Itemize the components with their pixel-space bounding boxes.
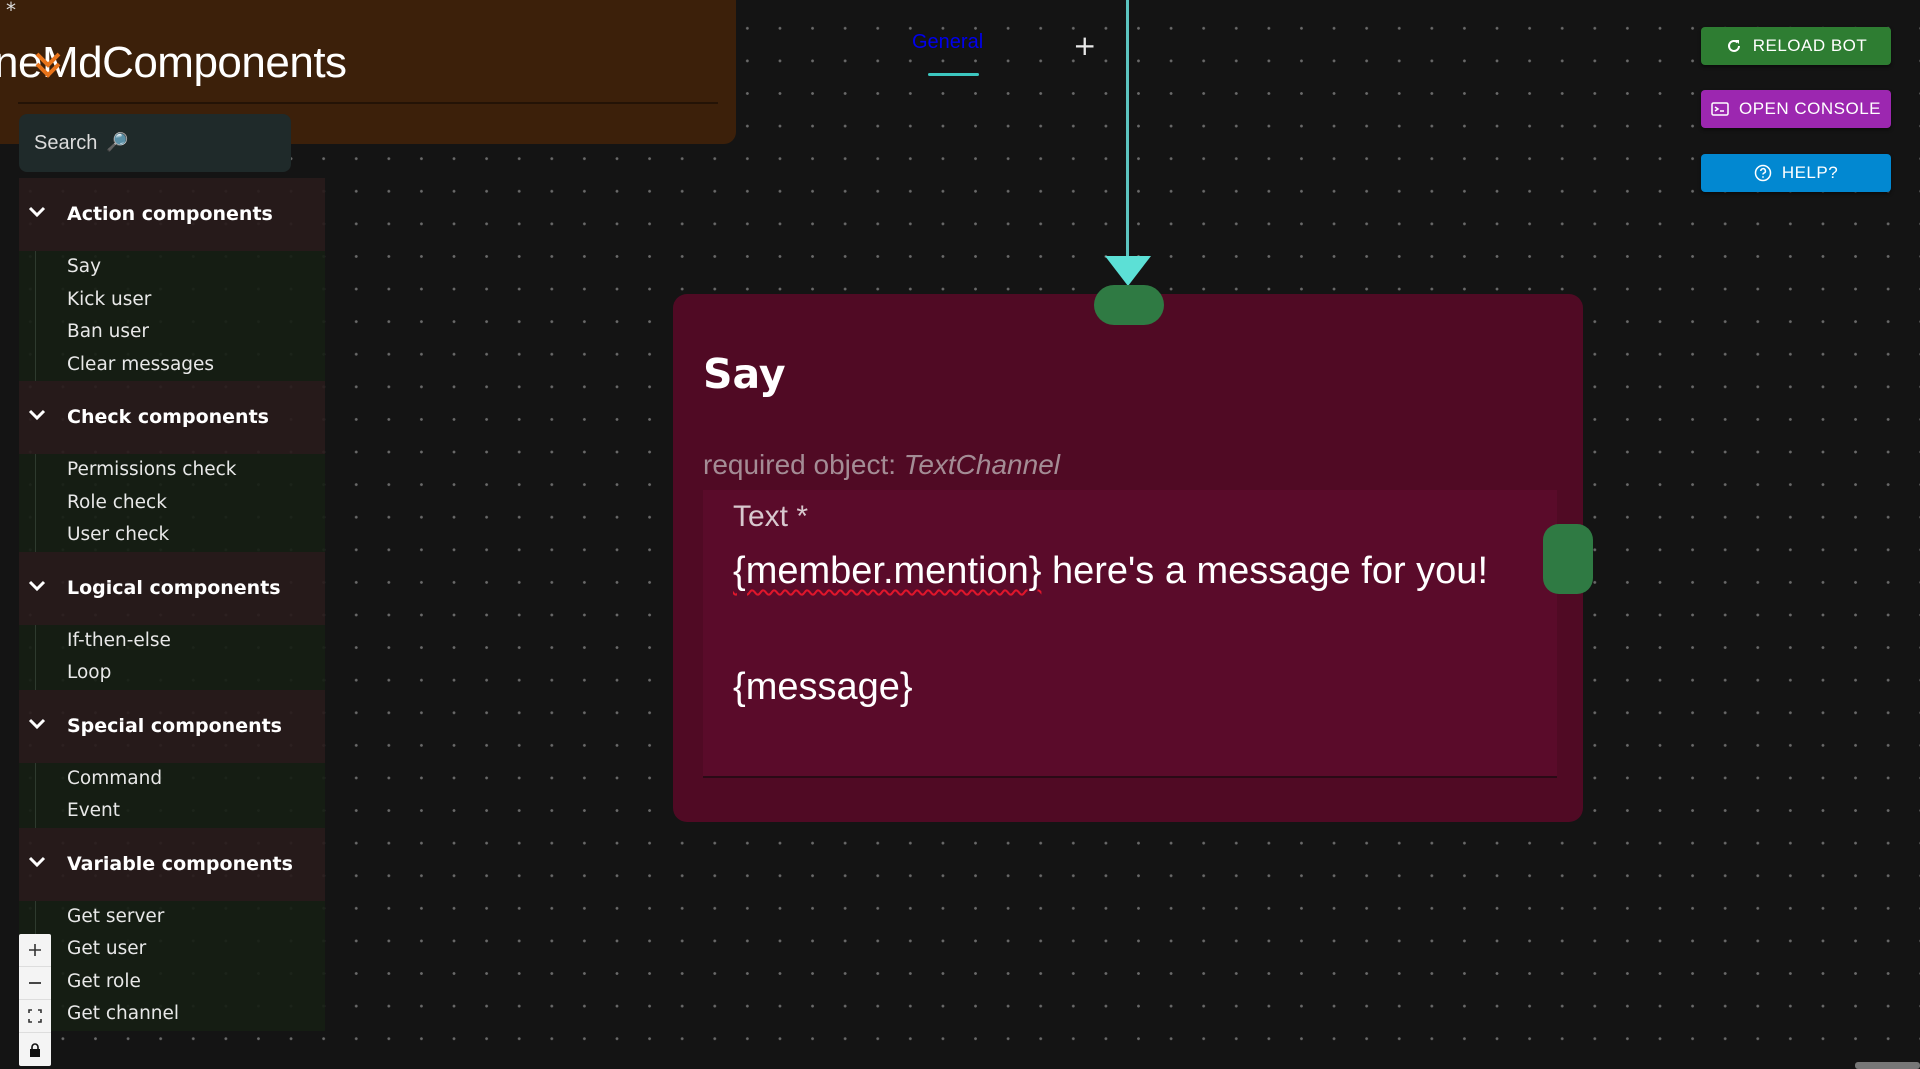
chevron-down-icon [28,718,46,729]
node-input-handle[interactable] [1094,285,1164,325]
fit-view-icon [28,1009,42,1023]
components-sidebar: Action components Say Kick user Ban user Cle… [19,178,325,1031]
refresh-icon [1727,39,1740,52]
minus-icon [29,982,41,984]
component-item[interactable]: Get channel [19,998,325,1031]
terminal-icon [1711,102,1729,116]
lock-button[interactable] [19,1033,51,1066]
horizontal-scrollbar[interactable] [1855,1062,1920,1069]
component-item[interactable]: Command [19,763,325,796]
category-items: Say Kick user Ban user Clear messages [19,251,325,381]
component-item[interactable]: Loop [19,657,325,690]
tab-general[interactable]: General [912,31,983,54]
search-icon: 🔎 [106,132,129,153]
reload-bot-label: RELOAD BOT [1752,36,1868,55]
category-header[interactable]: Logical components [19,551,325,625]
zoom-in-button[interactable] [19,934,51,967]
say-node[interactable]: Say required object: TextChannel Text * … [673,294,1583,822]
category-label: Check components [67,406,269,428]
active-tab-indicator [928,73,979,76]
help-button[interactable]: HELP? [1701,154,1891,192]
category-label: Action components [67,203,273,225]
category-label: Variable components [67,852,293,875]
help-circle-icon [1754,164,1772,182]
add-tab-button[interactable]: + [1073,29,1096,62]
component-item[interactable]: Role check [19,487,325,520]
lock-icon [30,1042,40,1057]
chevron-down-icon [28,206,46,218]
reload-bot-button[interactable]: RELOAD BOT [1701,27,1891,65]
open-console-button[interactable]: OPEN CONSOLE [1701,90,1891,128]
component-item[interactable]: Get server [19,901,325,934]
message-line1-rest: here's a message for you! [1041,550,1488,592]
unsaved-indicator: * [6,0,16,22]
message-token: {message} [733,666,913,708]
component-item[interactable]: Event [19,795,325,828]
edge-arrowhead [1105,256,1151,286]
component-item[interactable]: Get role [19,966,325,999]
component-item[interactable]: Get user [19,933,325,966]
title-divider [18,102,718,104]
category-header[interactable]: Special components [19,689,325,763]
search-input[interactable] [19,114,291,172]
plus-icon [29,944,41,956]
component-item[interactable]: User check [19,519,325,552]
text-field-label: Text * [733,500,809,533]
required-prefix: required object: [703,449,897,480]
open-console-label: OPEN CONSOLE [1738,99,1882,118]
component-item[interactable]: Permissions check [19,454,325,487]
component-item[interactable]: Kick user [19,284,325,317]
category-items: Permissions check Role check User check [19,454,325,552]
category-label: Logical components [67,576,281,599]
text-field[interactable]: Text * {member.mention} here's a message… [703,490,1557,778]
zoom-out-button[interactable] [19,967,51,1000]
category-header[interactable]: Action components [19,178,325,251]
required-object-label: required object: TextChannel [703,449,1060,481]
mention-token: {member.mention} [733,550,1042,592]
chevron-down-icon [28,580,46,591]
category-items: Command Event [19,762,325,828]
component-item[interactable]: Clear messages [19,349,325,382]
component-item[interactable]: Say [19,251,325,284]
chevron-down-icon [28,856,46,867]
help-label: HELP? [1781,163,1839,182]
node-output-handle[interactable] [1543,524,1593,594]
node-title: Say [703,350,786,398]
required-type: TextChannel [903,449,1060,480]
fit-view-button[interactable] [19,1000,51,1033]
chevron-down-icon [28,409,46,421]
category-header[interactable]: Variable components [19,827,325,901]
logo-icon [35,52,61,78]
category-label: Special components [67,714,282,737]
component-item[interactable]: Ban user [19,316,325,349]
category-items: Get server Get user Get role Get channel [19,900,325,1031]
canvas-controls [19,934,51,1066]
component-item[interactable]: If-then-else [19,625,325,658]
text-field-value[interactable]: {member.mention} here's a message for yo… [733,542,1513,716]
category-header[interactable]: Check components [19,381,325,454]
category-items: If-then-else Loop [19,624,325,690]
connection-edge [1126,0,1129,260]
